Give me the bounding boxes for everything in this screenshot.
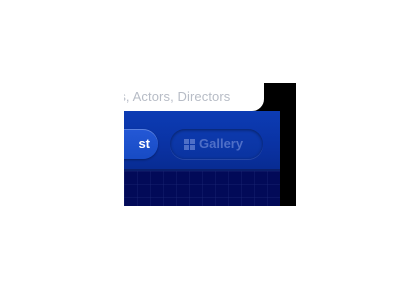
content-grid — [124, 171, 280, 206]
window-edge — [280, 83, 296, 206]
list-view-label: st — [138, 136, 150, 151]
view-toolbar: st Gallery — [124, 111, 280, 169]
search-input[interactable]: es, Actors, Directors — [124, 83, 264, 111]
app-viewport: es, Actors, Directors st Gallery — [124, 83, 296, 206]
search-placeholder: es, Actors, Directors — [124, 89, 231, 104]
list-view-button[interactable]: st — [124, 129, 158, 159]
gallery-view-button[interactable]: Gallery — [170, 129, 263, 159]
grid-icon — [184, 139, 195, 150]
search-bar-area: es, Actors, Directors — [124, 83, 296, 111]
gallery-view-label: Gallery — [199, 136, 244, 151]
